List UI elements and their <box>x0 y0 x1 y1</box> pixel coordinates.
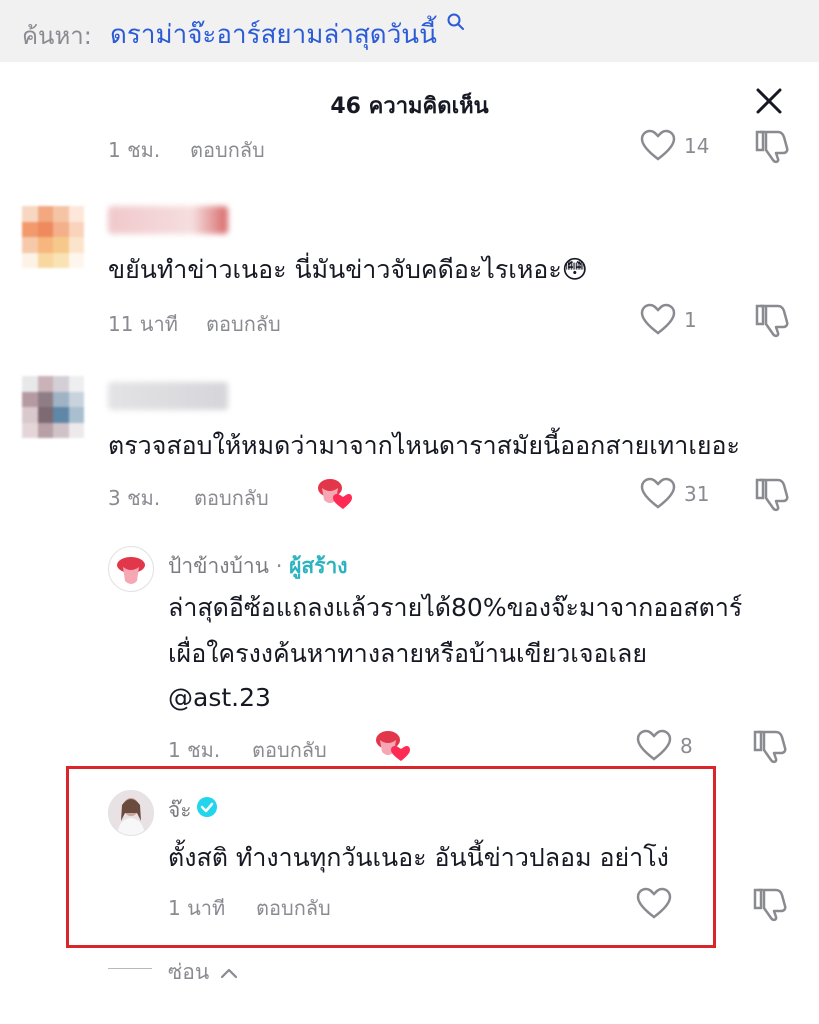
close-icon[interactable] <box>752 84 786 118</box>
comments-count-title: 46 ความคิดเห็น <box>330 94 489 119</box>
reply-author-row: ป้าข้างบ้าน · ผู้สร้าง <box>168 550 348 583</box>
search-label: ค้นหา: <box>22 22 92 50</box>
reply-button[interactable]: ตอบกลับ <box>206 308 281 340</box>
reply-text-line: ล่าสุดอีซ้อแถลงแล้วรายได้80%ของจ๊ะมาจากอ… <box>168 593 743 622</box>
comment-text: ขยันทำข่าวเนอะ นี่มันข่าวจับคดีอะไรเหอะ😳 <box>108 255 588 284</box>
reply-time: 1 ชม. <box>168 738 221 762</box>
reply-author[interactable]: จ๊ะ <box>168 794 192 827</box>
reply-text-line: เผื่อใครงงค้นหาทางลายหรือบ้านเขียวเจอเลย <box>168 639 648 668</box>
heart-icon[interactable] <box>636 728 672 764</box>
reply-button[interactable]: ตอบกลับ <box>190 134 265 166</box>
heart-icon[interactable] <box>640 302 676 338</box>
creator-avatar[interactable] <box>108 546 154 592</box>
thumbs-down-icon[interactable] <box>752 728 788 764</box>
comment-time: 11 นาที <box>108 312 178 336</box>
thumbs-down-icon[interactable] <box>754 476 790 512</box>
reply-time: 1 นาที <box>168 896 226 920</box>
like-count: 1 <box>684 308 697 332</box>
verified-check-icon <box>197 797 217 817</box>
divider <box>108 968 152 969</box>
avatar[interactable] <box>22 206 84 268</box>
like-count: 8 <box>680 734 693 758</box>
creator-liked-icon <box>376 731 410 761</box>
separator: · <box>275 554 283 578</box>
verified-user-avatar[interactable] <box>108 790 154 836</box>
thumbs-down-icon[interactable] <box>754 128 790 164</box>
thumbs-down-icon[interactable] <box>754 302 790 338</box>
reply-button[interactable]: ตอบกลับ <box>256 892 331 924</box>
heart-icon[interactable] <box>640 128 676 164</box>
like-count: 31 <box>684 482 710 506</box>
heart-icon[interactable] <box>636 886 672 922</box>
chevron-up-icon <box>220 968 238 979</box>
hide-replies-button[interactable]: ซ่อน <box>168 956 238 989</box>
avatar[interactable] <box>22 376 84 438</box>
profile-photo-icon <box>109 791 153 835</box>
reply-text: ตั้งสติ ทำงานทุกวันเนอะ อันนี้ข่าวปลอม อ… <box>168 843 669 872</box>
username-blurred[interactable] <box>108 206 228 234</box>
heart-icon[interactable] <box>640 476 676 512</box>
creator-badge: ผู้สร้าง <box>289 554 348 578</box>
comment-time: 1 ชม. <box>108 138 161 162</box>
creator-liked-icon <box>318 479 352 509</box>
comment-text: ตรวจสอบให้หมดว่ามาจากไหนดาราสมัยนี้ออกสา… <box>108 431 740 460</box>
mention-link[interactable]: @ast.23 <box>168 678 271 718</box>
hide-replies-label: ซ่อน <box>168 960 210 984</box>
username-blurred[interactable] <box>108 382 228 410</box>
reply-author[interactable]: ป้าข้างบ้าน <box>168 554 269 578</box>
search-icon[interactable] <box>446 12 466 32</box>
comment-time: 3 ชม. <box>108 486 161 510</box>
reply-button[interactable]: ตอบกลับ <box>252 734 327 766</box>
search-term-link[interactable]: ดราม่าจ๊ะอาร์สยามล่าสุดวันนี้ <box>110 14 437 55</box>
like-count: 14 <box>684 134 710 158</box>
thumbs-down-icon[interactable] <box>752 886 788 922</box>
tongue-lips-icon <box>117 557 145 584</box>
reply-button[interactable]: ตอบกลับ <box>194 482 269 514</box>
